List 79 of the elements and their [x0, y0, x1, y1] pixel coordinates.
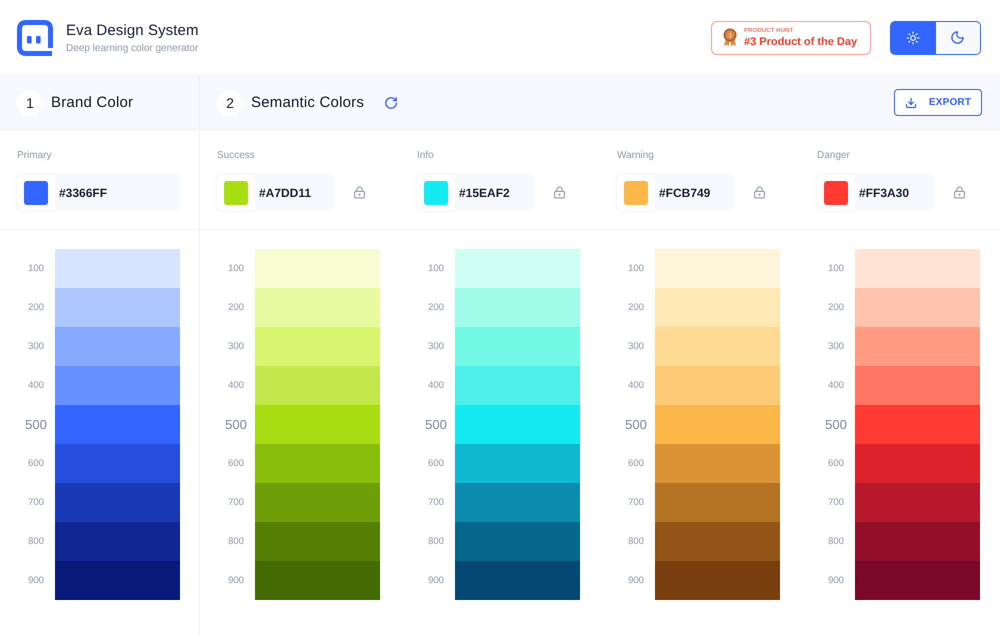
- shade-label: 900: [28, 575, 44, 586]
- shade-label: 900: [828, 575, 844, 586]
- shade-label: 400: [628, 380, 644, 391]
- hex-input-field[interactable]: #FF3A30: [855, 174, 933, 211]
- shade-label: 100: [28, 263, 44, 274]
- color-label: Primary: [17, 150, 52, 161]
- shade-label: 600: [28, 458, 44, 469]
- color-swatch-icon[interactable]: [817, 174, 855, 211]
- step-number: 2: [217, 90, 243, 116]
- dark-mode-button[interactable]: [936, 22, 980, 54]
- shade-label: 900: [628, 575, 644, 586]
- step-number: 1: [17, 90, 43, 116]
- color-label: Danger: [817, 150, 851, 161]
- shade-label: 100: [228, 263, 244, 274]
- section-title: Brand Color: [51, 94, 134, 111]
- sun-icon: [906, 30, 920, 44]
- app-subtitle: Deep learning color generator: [66, 42, 199, 54]
- color-swatch-icon[interactable]: [417, 174, 455, 211]
- lock-icon[interactable]: [353, 186, 366, 199]
- shade-label: 700: [428, 497, 444, 508]
- app-title: Eva Design System: [66, 22, 199, 38]
- shade-label: 300: [628, 341, 644, 352]
- shade-label: 300: [28, 341, 44, 352]
- shade-label: 500: [825, 417, 847, 432]
- lock-icon[interactable]: [753, 186, 766, 199]
- shade-label: 400: [428, 380, 444, 391]
- shade-label: 800: [228, 536, 244, 547]
- hex-input-field[interactable]: #FCB749: [655, 174, 733, 211]
- shade-label: 300: [428, 341, 444, 352]
- shade-label: 500: [425, 417, 447, 432]
- shade-label: 700: [828, 497, 844, 508]
- shade-label: 300: [828, 341, 844, 352]
- shade-label: 900: [428, 575, 444, 586]
- shade-label: 500: [625, 417, 647, 432]
- shade-label: 600: [628, 458, 644, 469]
- hex-input-field[interactable]: #3366FF: [55, 174, 180, 211]
- export-button[interactable]: EXPORT: [894, 89, 982, 116]
- shade-label: 100: [428, 263, 444, 274]
- lock-icon[interactable]: [553, 186, 566, 199]
- color-swatch-icon[interactable]: [617, 174, 655, 211]
- lock-icon[interactable]: [953, 186, 966, 199]
- section-title: Semantic Colors: [251, 94, 364, 111]
- shade-label: 200: [828, 302, 844, 313]
- shade-label: 700: [628, 497, 644, 508]
- shade-label: 400: [228, 380, 244, 391]
- shade-label: 700: [28, 497, 44, 508]
- hex-input-field[interactable]: #A7DD11: [255, 174, 333, 211]
- refresh-icon[interactable]: [384, 96, 398, 110]
- shade-label: 400: [28, 380, 44, 391]
- download-icon: [904, 96, 917, 108]
- shade-label: 600: [828, 458, 844, 469]
- shade-label: 900: [228, 575, 244, 586]
- shade-label: 800: [428, 536, 444, 547]
- shade-label: 800: [28, 536, 44, 547]
- shade-label: 800: [828, 536, 844, 547]
- shade-label: 300: [228, 341, 244, 352]
- shade-label: 700: [228, 497, 244, 508]
- color-label: Info: [417, 150, 435, 161]
- badge-title: #3 Product of the Day: [744, 36, 858, 48]
- shade-label: 800: [628, 536, 644, 547]
- shade-label: 200: [28, 302, 44, 313]
- light-mode-button[interactable]: [891, 22, 936, 54]
- color-label: Success: [217, 150, 256, 161]
- color-swatch-icon[interactable]: [217, 174, 255, 211]
- shade-label: 200: [428, 302, 444, 313]
- moon-icon: [950, 30, 966, 45]
- shade-label: 600: [428, 458, 444, 469]
- color-swatch-icon[interactable]: [17, 174, 55, 211]
- shade-label: 200: [228, 302, 244, 313]
- shade-label: 400: [828, 380, 844, 391]
- shade-label: 100: [828, 263, 844, 274]
- logo-icon: [17, 20, 53, 56]
- shade-label: 600: [228, 458, 244, 469]
- color-label: Warning: [617, 150, 655, 161]
- shade-label: 200: [628, 302, 644, 313]
- shade-label: 100: [628, 263, 644, 274]
- shade-label: 500: [225, 417, 247, 432]
- shade-label: 500: [25, 417, 47, 432]
- hex-input-field[interactable]: #15EAF2: [455, 174, 533, 211]
